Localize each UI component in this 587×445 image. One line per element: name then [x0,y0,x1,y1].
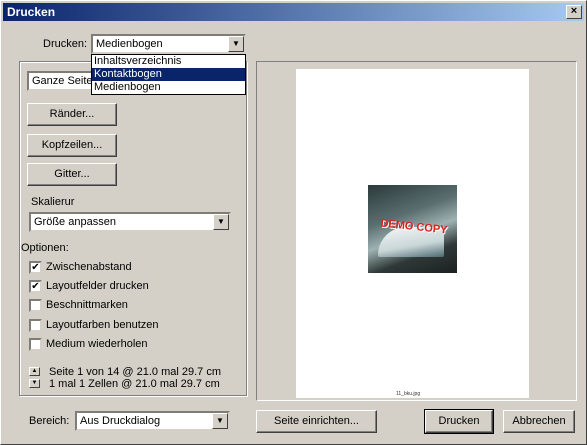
preview-image: DEMO COPY [368,185,457,273]
scaling-select[interactable]: Größe anpassen ▼ [29,212,231,232]
scaling-label: Skalierur [31,196,75,208]
headers-button[interactable]: Kopfzeilen... [27,134,117,157]
range-select[interactable]: Aus Druckdialog ▼ [75,411,230,431]
grid-button[interactable]: Gitter... [27,163,117,186]
checkbox-box[interactable] [29,338,42,351]
printer-label: Drucken: [43,38,88,50]
window-title: Drucken [7,5,56,19]
printer-select[interactable]: Medienbogen ▼ [91,34,246,54]
printer-dropdown-list[interactable]: Inhaltsverzeichnis Kontaktbogen Medienbo… [91,54,246,95]
page-setup-button[interactable]: Seite einrichten... [256,410,377,433]
check-icon[interactable]: ✔ [29,261,42,274]
option-kontaktbogen[interactable]: Kontaktbogen [92,68,245,81]
margins-button[interactable]: Ränder... [27,103,117,126]
image-caption: 11_bku.jpg [396,391,421,397]
page-mode-value: Ganze Seite [32,75,93,87]
spin-down-icon[interactable]: ▼ [29,379,40,388]
chevron-down-icon[interactable]: ▼ [228,36,244,52]
range-value: Aus Druckdialog [80,415,161,427]
checkbox-label: Layoutfelder drucken [46,280,149,292]
option-inhaltsverzeichnis[interactable]: Inhaltsverzeichnis [92,55,245,68]
print-button[interactable]: Drucken [424,409,494,434]
check-icon[interactable]: ✔ [29,280,42,293]
close-icon[interactable]: × [566,5,582,19]
cancel-button[interactable]: Abbrechen [503,410,575,433]
print-dialog: Drucken × Drucken: Medienbogen ▼ Ganze S… [0,0,587,445]
checkbox-box[interactable] [29,299,42,312]
range-label: Bereich: [29,415,70,427]
chevron-down-icon[interactable]: ▼ [212,413,228,429]
spin-up-icon[interactable]: ▲ [29,367,40,376]
checkbox-label: Layoutfarben benutzen [46,319,159,331]
checkbox-label: Zwischenabstand [46,261,132,273]
page-status: Seite 1 von 14 @ 21.0 mal 29.7 cm [49,366,221,378]
checkbox-label: Medium wiederholen [46,338,148,350]
options-label: Optionen: [21,242,69,254]
title-bar: Drucken × [3,3,584,21]
printer-select-value: Medienbogen [96,38,163,50]
checkbox-label: Beschnittmarken [46,299,128,311]
cell-status: 1 mal 1 Zellen @ 21.0 mal 29.7 cm [49,378,220,390]
scaling-value: Größe anpassen [34,216,116,228]
option-medienbogen[interactable]: Medienbogen [92,81,245,94]
checkbox-box[interactable] [29,319,42,332]
chevron-down-icon[interactable]: ▼ [213,214,229,230]
